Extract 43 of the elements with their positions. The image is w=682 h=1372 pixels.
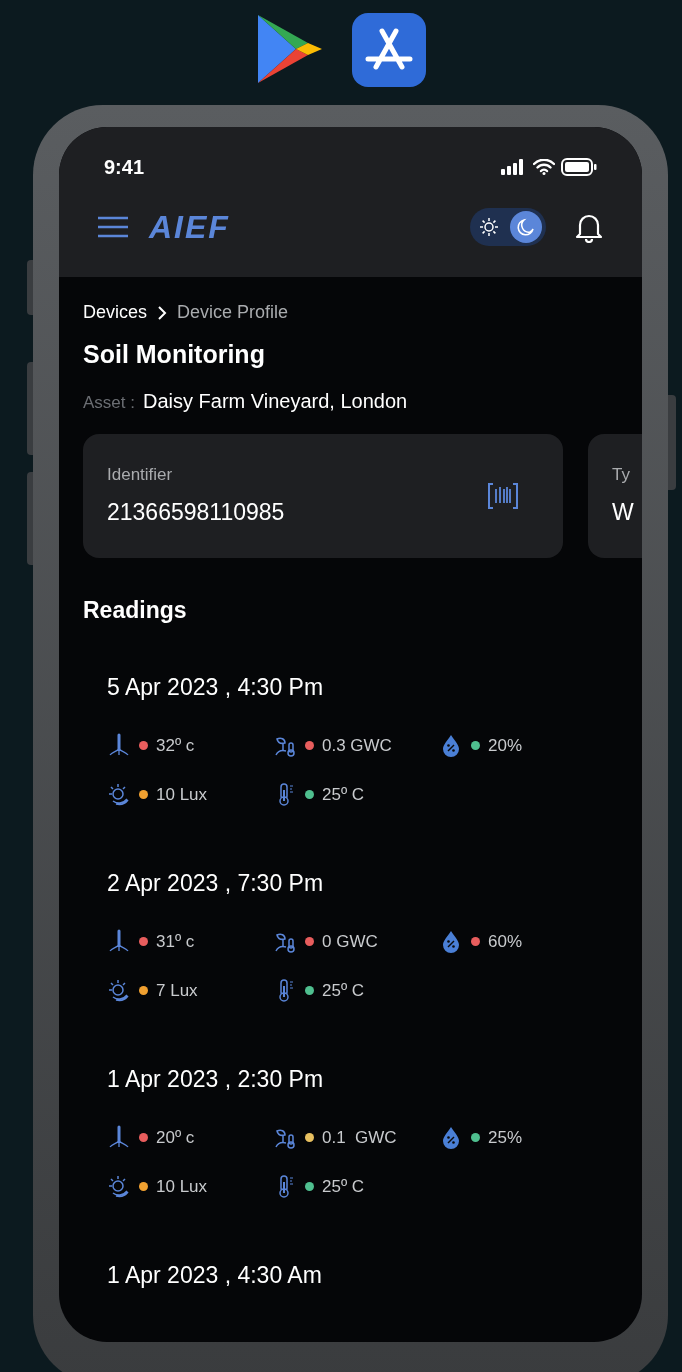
menu-icon[interactable] [97,216,129,238]
reading-value: 10 Lux [156,783,208,806]
app-store-icon[interactable] [352,13,426,87]
breadcrumb-link[interactable]: Devices [83,299,148,326]
reading-value: 10 Lux [156,1175,208,1198]
asset-label: Asset : [83,391,135,414]
play-store-icon[interactable] [256,13,324,85]
reading-value: 31º c [156,930,195,953]
section-title: Readings [83,595,188,625]
sun-waves-icon [107,781,131,808]
card-value: W [612,498,635,527]
wifi-icon [533,159,555,175]
reading-value: 25º C [322,979,365,1002]
chevron-right-icon [157,305,168,320]
card-value: 21366598110985 [107,498,286,527]
reading-value: 0 GWC [322,930,378,953]
reading-value: 25% [488,1126,523,1149]
reading-value: 0.1 GWC [322,1126,397,1149]
reading-value: 0.3 GWC [322,734,392,757]
reading-value: 25º C [322,783,365,806]
reading-value: 20º c [156,1126,195,1149]
reading-date: 5 Apr 2023 , 4:30 Pm [107,673,325,702]
reading-date: 2 Apr 2023 , 7:30 Pm [107,869,325,898]
reading-date: 1 Apr 2023 , 2:30 Pm [107,1065,325,1094]
reading-date: 1 Apr 2023 , 4:30 Am [107,1261,323,1290]
asset-value: Daisy Farm Vineyard, London [142,388,408,414]
reading-value: 32º c [156,734,195,757]
app-logo: AIEF [149,208,230,247]
sun-waves-icon [107,977,131,1004]
reading-value: 25º C [322,1175,365,1198]
theme-toggle[interactable] [470,208,546,246]
card-label: Identifier [107,463,174,486]
battery-icon [561,158,597,176]
page-title: Soil Monitoring [83,339,266,370]
moon-icon [516,217,536,237]
reading-value: 20% [488,734,523,757]
sun-icon [479,217,499,237]
reading-value: 60% [488,930,523,953]
reading-value: 7 Lux [156,979,198,1002]
sun-waves-icon [107,1173,131,1200]
status-time: 9:41 [104,155,145,180]
card-label: Ty [612,463,631,486]
barcode-scan-icon[interactable] [487,481,519,510]
